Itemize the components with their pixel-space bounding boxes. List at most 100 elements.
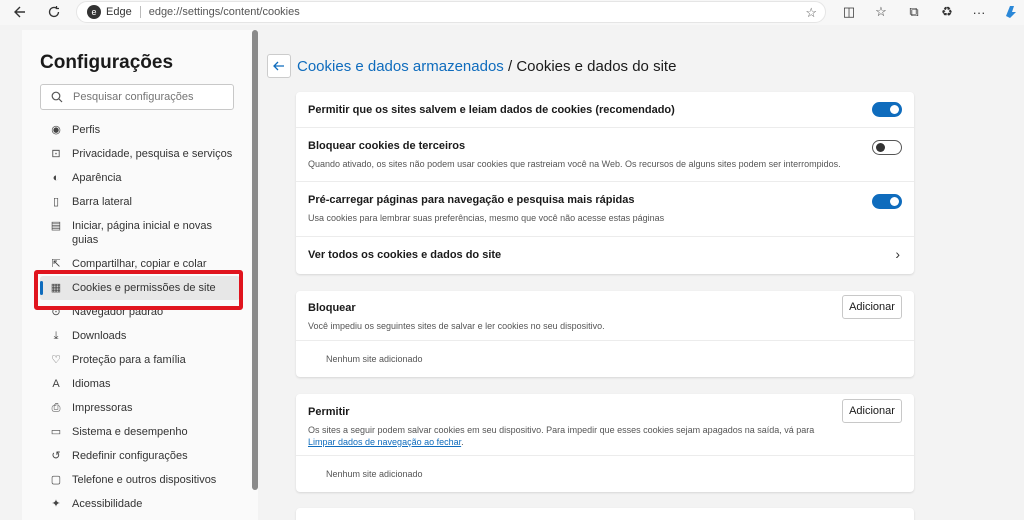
allow-cookies-toggle[interactable] — [872, 102, 902, 117]
sidebar-item-downloads[interactable]: ⤓ Downloads — [40, 324, 240, 348]
allow-header-row: Permitir Os sites a seguir podem salvar … — [296, 394, 914, 456]
url-text: edge://settings/content/cookies — [148, 6, 300, 18]
breadcrumb-current: Cookies e dados do site — [516, 58, 677, 75]
language-icon: A — [52, 378, 60, 390]
page-title: Cookies e dados armazenados / Cookies e … — [297, 58, 676, 75]
sidebar-item-label: Compartilhar, copiar e colar — [72, 258, 207, 270]
family-icon: ♡ — [51, 354, 61, 366]
sidebar-item-cookies[interactable]: ▦ Cookies e permissões de site — [40, 276, 240, 300]
allow-desc-text: Os sites a seguir podem salvar cookies e… — [308, 425, 815, 435]
setting-description: Quando ativado, os sites não podem usar … — [308, 159, 841, 169]
sidebar-item-navegador-padrao[interactable]: ⊙ Navegador padrão — [40, 300, 240, 324]
sidebar-item-label: Barra lateral — [72, 196, 132, 208]
search-icon — [51, 91, 63, 103]
cookie-settings-card: Permitir que os sites salvem e leiam dad… — [296, 92, 914, 274]
system-icon: ▭ — [50, 426, 62, 438]
back-arrow-icon — [273, 61, 284, 71]
next-card-partial — [296, 508, 914, 520]
sidebar-item-label: Iniciar, página inicial e novas guias — [72, 220, 213, 246]
sidebar-item-iniciar[interactable]: ▤ Iniciar, página inicial e novas guias — [40, 214, 240, 252]
block-title: Bloquear — [308, 302, 356, 314]
sidebar-item-compartilhar[interactable]: ⇱ Compartilhar, copiar e colar — [40, 252, 240, 276]
preload-toggle[interactable] — [872, 194, 902, 209]
sidebar-item-telefone[interactable]: ▢ Telefone e outros dispositivos — [40, 468, 240, 492]
collections-icon[interactable]: ⧉ — [905, 3, 923, 21]
sidebar-item-idiomas[interactable]: A Idiomas — [40, 372, 240, 396]
setting-row-allow-cookies: Permitir que os sites salvem e leiam dad… — [296, 92, 914, 128]
lock-icon: ⊡ — [51, 148, 61, 160]
split-screen-icon[interactable]: ◫ — [840, 3, 858, 21]
block-empty-row: Nenhum site adicionado — [296, 341, 914, 377]
sidebar-item-barra-lateral[interactable]: ▯ Barra lateral — [40, 190, 240, 214]
edge-logo-icon: e — [87, 5, 101, 19]
allow-title: Permitir — [308, 406, 350, 418]
sidebar-item-acessibilidade[interactable]: ✦ Acessibilidade — [40, 492, 240, 516]
refresh-icon[interactable] — [44, 2, 64, 22]
setting-row-block-third-party: Bloquear cookies de terceiros Quando ati… — [296, 128, 914, 182]
allow-card: Permitir Os sites a seguir podem salvar … — [296, 394, 914, 492]
allow-empty-row: Nenhum site adicionado — [296, 456, 914, 492]
block-add-button[interactable]: Adicionar — [842, 295, 902, 319]
browser-toolbar: e Edge edge://settings/content/cookies ☆… — [0, 0, 1024, 25]
profile-icon: ◉ — [51, 124, 61, 136]
sidebar-menu: ◉ Perfis ⊡ Privacidade, pesquisa e servi… — [40, 118, 240, 516]
block-card: Bloquear Você impediu os seguintes sites… — [296, 291, 914, 377]
setting-title: Ver todos os cookies e dados do site — [308, 249, 502, 261]
allow-add-button[interactable]: Adicionar — [842, 399, 902, 423]
chevron-right-icon: › — [895, 246, 900, 262]
search-input[interactable] — [73, 91, 223, 103]
block-header-row: Bloquear Você impediu os seguintes sites… — [296, 291, 914, 341]
block-description: Você impediu os seguintes sites de salva… — [308, 321, 605, 331]
reset-icon: ↺ — [51, 450, 61, 462]
extensions-icon[interactable]: ♻ — [938, 3, 956, 21]
sidebar-item-label: Downloads — [72, 330, 127, 342]
block-third-party-toggle[interactable] — [872, 140, 902, 155]
sidebar-item-aparencia[interactable]: ◐ Aparência — [40, 166, 240, 190]
settings-sidebar: Configurações ◉ Perfis ⊡ Privacidade, pe… — [22, 30, 258, 520]
sidebar-item-label: Impressoras — [72, 402, 133, 414]
appearance-icon: ◐ — [52, 172, 60, 184]
back-arrow-icon[interactable] — [10, 2, 30, 22]
sidebar-item-label: Perfis — [72, 124, 101, 136]
clear-data-link[interactable]: Limpar dados de navegação ao fechar — [308, 437, 461, 447]
download-icon: ⤓ — [53, 330, 59, 342]
sidebar-item-label: Redefinir configurações — [72, 450, 188, 462]
empty-message: Nenhum site adicionado — [326, 469, 423, 479]
printer-icon: ⎙ — [51, 402, 61, 414]
sidebar-item-label: Aparência — [72, 172, 122, 184]
sidebar-icon: ▯ — [52, 196, 60, 208]
share-icon: ⇱ — [51, 258, 61, 270]
favorite-star-icon[interactable]: ☆ — [805, 5, 817, 21]
copilot-icon[interactable] — [1002, 3, 1020, 21]
setting-title: Permitir que os sites salvem e leiam dad… — [308, 104, 675, 116]
setting-row-preload: Pré-carregar páginas para navegação e pe… — [296, 182, 914, 237]
home-icon: ▤ — [50, 220, 62, 232]
sidebar-item-label: Sistema e desempenho — [72, 426, 188, 438]
sidebar-item-label: Privacidade, pesquisa e serviços — [72, 148, 233, 160]
sidebar-item-perfis[interactable]: ◉ Perfis — [40, 118, 240, 142]
allow-desc-end: . — [461, 437, 464, 447]
sidebar-item-impressoras[interactable]: ⎙ Impressoras — [40, 396, 240, 420]
setting-description: Usa cookies para lembrar suas preferênci… — [308, 213, 665, 223]
sidebar-item-label: Cookies e permissões de site — [72, 282, 216, 294]
sidebar-item-sistema[interactable]: ▭ Sistema e desempenho — [40, 420, 240, 444]
back-button[interactable] — [267, 54, 291, 78]
sidebar-item-familia[interactable]: ♡ Proteção para a família — [40, 348, 240, 372]
cookies-icon: ▦ — [50, 282, 62, 294]
search-box[interactable] — [40, 84, 234, 110]
more-menu-icon[interactable]: ··· — [970, 3, 988, 21]
sidebar-item-redefinir[interactable]: ↺ Redefinir configurações — [40, 444, 240, 468]
sidebar-item-label: Proteção para a família — [72, 354, 186, 366]
address-bar[interactable]: e Edge edge://settings/content/cookies ☆ — [76, 1, 826, 23]
setting-title: Pré-carregar páginas para navegação e pe… — [308, 194, 635, 206]
sidebar-title: Configurações — [40, 52, 174, 73]
breadcrumb-link[interactable]: Cookies e dados armazenados — [297, 58, 504, 75]
sidebar-item-label: Telefone e outros dispositivos — [72, 474, 217, 486]
sidebar-item-label: Navegador padrão — [72, 306, 164, 318]
see-all-cookies-row[interactable]: Ver todos os cookies e dados do site › — [296, 237, 914, 274]
address-divider — [139, 6, 141, 18]
favorites-icon[interactable]: ☆ — [872, 3, 890, 21]
sidebar-item-privacidade[interactable]: ⊡ Privacidade, pesquisa e serviços — [40, 142, 240, 166]
sidebar-item-label: Idiomas — [72, 378, 111, 390]
breadcrumb-separator: / — [503, 58, 517, 75]
